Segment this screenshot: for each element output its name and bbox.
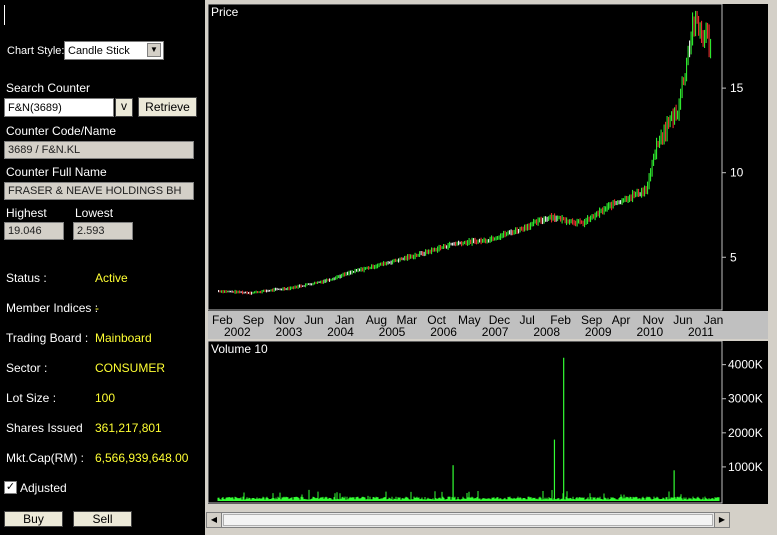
sector-value: CONSUMER: [95, 361, 166, 375]
counter-code-field: 3689 / F&N.KL: [4, 141, 194, 159]
status-label: Status :: [6, 271, 47, 285]
buy-button[interactable]: Buy: [4, 511, 63, 527]
member-indices-label: Member Indices :: [6, 301, 99, 315]
search-label: Search Counter: [6, 81, 91, 95]
highest-label: Highest: [6, 206, 47, 220]
scrollbar-thumb[interactable]: [223, 514, 713, 526]
adjusted-checkbox[interactable]: ✓: [4, 481, 17, 494]
volume-ytick-label: 4000K: [728, 358, 763, 372]
left-panel: Chart Style: Candle Stick ▼ Search Count…: [0, 0, 205, 535]
chart-style-select[interactable]: Candle Stick ▼: [64, 41, 164, 60]
price-chart-svg: 51015 Feb Sep Nov Jun Jan Aug Mar Oct May Dec Jul F…: [207, 3, 768, 339]
volume-ytick-label: 3000K: [728, 392, 763, 406]
price-xtick-month: Jun: [304, 313, 323, 327]
price-xtick-year: 2007: [482, 325, 509, 339]
lowest-field: 2.593: [73, 222, 133, 240]
status-value: Active: [95, 271, 128, 285]
volume-chart-svg: 1000K 2000K 3000K 4000K: [207, 340, 763, 504]
price-ytick-label: 10: [730, 166, 744, 180]
chart-style-value: Candle Stick: [68, 45, 130, 57]
scroll-right-icon[interactable]: ▶: [714, 513, 729, 527]
price-xtick-year: 2003: [276, 325, 303, 339]
member-indices-value: -: [95, 301, 99, 315]
market-cap-value: 6,566,939,648.00: [95, 451, 189, 465]
lot-size-value: 100: [95, 391, 116, 405]
price-xtick-year: 2008: [533, 325, 560, 339]
counter-code-label: Counter Code/Name: [6, 124, 117, 138]
price-ytick-label: 15: [730, 81, 744, 95]
right-edge: [770, 4, 777, 504]
adjusted-label: Adjusted: [20, 481, 67, 495]
market-cap-label: Mkt.Cap(RM) :: [6, 451, 84, 465]
trading-board-label: Trading Board :: [6, 331, 89, 345]
price-xtick-month: May: [458, 313, 481, 327]
sell-button[interactable]: Sell: [73, 511, 132, 527]
price-xtick-month: Apr: [612, 313, 631, 327]
shares-issued-value: 361,217,801: [95, 421, 162, 435]
price-chart[interactable]: 5 10 15 Feb Sep Nov Jun Jan Aug Mar Oct May Dec Jul F…: [207, 3, 768, 339]
counter-fullname-label: Counter Full Name: [6, 165, 107, 179]
retrieve-button[interactable]: Retrieve: [138, 97, 197, 117]
volume-plot-area: [207, 340, 723, 504]
checkmark-icon: ✓: [5, 481, 16, 493]
price-xtick-year: 2005: [379, 325, 406, 339]
volume-ytick-label: 2000K: [728, 426, 763, 440]
shares-issued-label: Shares Issued: [6, 421, 83, 435]
chart-style-label: Chart Style:: [7, 45, 65, 57]
volume-ytick-label: 1000K: [728, 460, 763, 474]
price-xtick-year: 2011: [688, 325, 714, 339]
price-plot-area: [207, 3, 723, 311]
lot-size-label: Lot Size :: [6, 391, 57, 405]
price-xtick-year: 2009: [585, 325, 612, 339]
search-input[interactable]: F&N(3689): [4, 98, 114, 117]
trading-board-value: Mainboard: [95, 331, 152, 345]
search-dropdown-button[interactable]: v: [115, 98, 133, 117]
chevron-down-icon[interactable]: ▼: [147, 43, 161, 57]
lowest-label: Lowest: [75, 206, 114, 220]
price-xtick-year: 2002: [224, 325, 251, 339]
text-caret: [4, 5, 5, 25]
volume-chart-title: Volume 10: [211, 342, 268, 356]
price-xtick-year: 2004: [327, 325, 354, 339]
highest-field: 19.046: [4, 222, 64, 240]
price-chart-title: Price: [211, 5, 239, 19]
price-xtick-year: 2006: [430, 325, 457, 339]
price-ytick-label: 5: [730, 250, 737, 264]
scroll-left-icon[interactable]: ◀: [207, 513, 222, 527]
volume-chart[interactable]: 1000K 2000K 3000K 4000K Volume 10: [207, 340, 768, 504]
price-xtick-year: 2010: [636, 325, 663, 339]
horizontal-scrollbar[interactable]: ◀ ▶: [206, 512, 730, 528]
sector-label: Sector :: [6, 361, 48, 375]
counter-fullname-field: FRASER & NEAVE HOLDINGS BH: [4, 182, 194, 200]
